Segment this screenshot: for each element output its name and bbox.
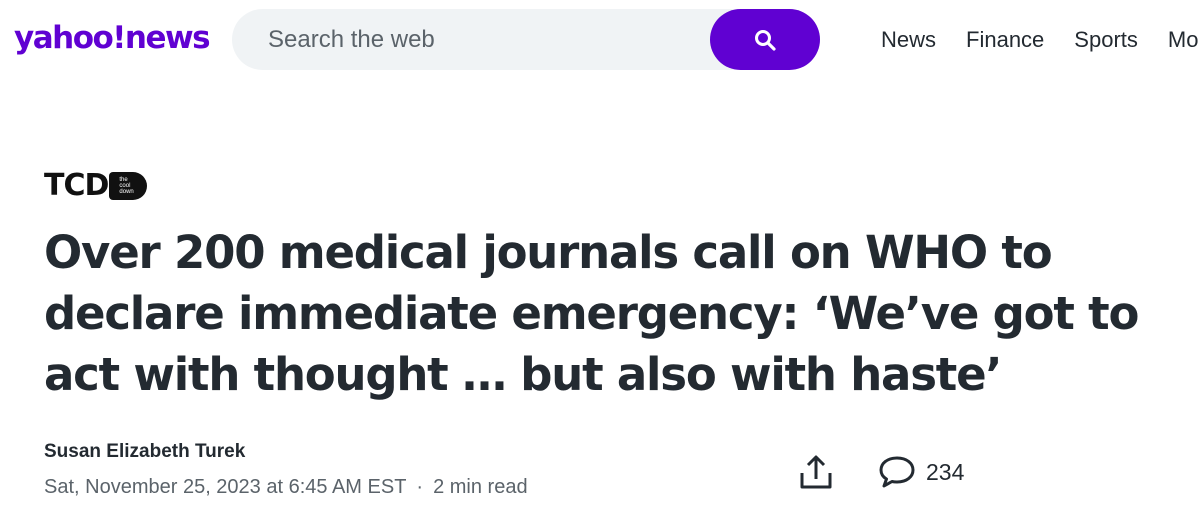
read-time: 2 min read [433, 476, 528, 498]
comment-count: 234 [926, 458, 965, 485]
publisher-logo[interactable]: TCD the cool down [44, 168, 148, 203]
yahoo-news-logo[interactable]: yahoo!news [14, 18, 211, 58]
nav-item-sports[interactable]: Sports [1074, 26, 1138, 54]
top-nav: News Finance Sports Mor [881, 26, 1199, 54]
article-headline: Over 200 medical journals call on WHO to… [44, 226, 1139, 401]
comments-button[interactable]: 234 [878, 455, 964, 489]
comment-icon [879, 456, 915, 488]
article-meta: Sat, November 25, 2023 at 6:45 AM EST · 2 … [44, 476, 528, 499]
author-name[interactable]: Susan Elizabeth Turek [44, 441, 245, 463]
search-bar [232, 9, 820, 70]
share-button[interactable] [795, 452, 837, 494]
publisher-pill: the cool down [109, 172, 148, 200]
share-icon [800, 455, 832, 489]
publisher-pill-line: down [119, 189, 134, 195]
nav-item-finance[interactable]: Finance [966, 26, 1044, 54]
search-icon [755, 29, 776, 51]
nav-item-more[interactable]: Mor [1168, 26, 1199, 54]
search-input[interactable] [268, 9, 688, 70]
publish-date: Sat, November 25, 2023 at 6:45 AM EST [44, 476, 407, 498]
nav-item-news[interactable]: News [881, 26, 936, 54]
publisher-letters: TCD [44, 168, 109, 203]
page: yahoo!news News Finance Sports Mor TCD t… [0, 0, 1199, 513]
meta-separator: · [416, 476, 424, 498]
search-button[interactable] [710, 9, 820, 70]
